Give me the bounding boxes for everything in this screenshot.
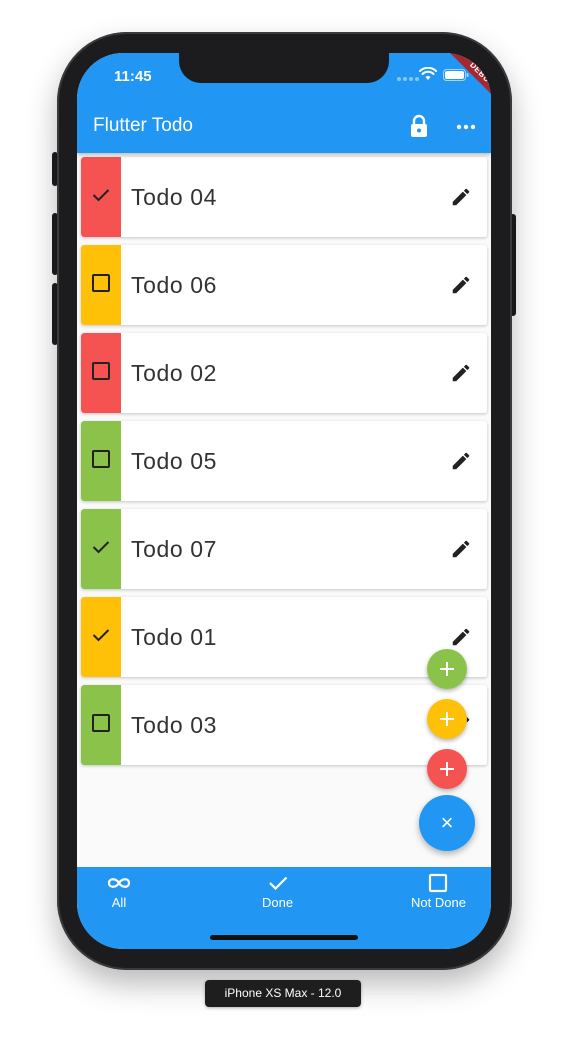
nav-label-not-done: Not Done <box>411 895 466 910</box>
wifi-icon <box>419 67 437 80</box>
lock-icon[interactable] <box>409 114 429 138</box>
nav-item-not-done[interactable]: Not Done <box>411 873 466 910</box>
edit-icon[interactable] <box>449 273 473 297</box>
checkbox-outline-icon <box>429 873 448 893</box>
todo-status-toggle[interactable] <box>81 245 121 325</box>
plus-icon <box>440 712 454 726</box>
todo-status-toggle[interactable] <box>81 597 121 677</box>
signal-icon <box>397 77 419 81</box>
notch <box>179 53 389 83</box>
device-label: iPhone XS Max - 12.0 <box>205 980 361 1007</box>
close-icon: × <box>440 810 454 835</box>
todo-status-toggle[interactable] <box>81 421 121 501</box>
todo-card[interactable]: Todo 07 <box>81 509 487 589</box>
todo-title: Todo 03 <box>131 711 218 738</box>
nav-label-all: All <box>111 895 127 910</box>
edit-icon[interactable] <box>449 625 473 649</box>
todo-card[interactable]: Todo 03 <box>81 685 487 765</box>
todo-title: Todo 01 <box>131 623 218 650</box>
edit-icon[interactable] <box>449 449 473 473</box>
todo-title: Todo 02 <box>131 359 218 386</box>
edit-icon[interactable] <box>449 537 473 561</box>
todo-title: Todo 04 <box>131 183 218 210</box>
plus-icon <box>440 662 454 676</box>
bottom-nav: All Done Not Done <box>77 867 491 949</box>
todo-card[interactable]: Todo 06 <box>81 245 487 325</box>
edit-icon[interactable] <box>449 361 473 385</box>
check-icon <box>90 184 112 211</box>
app-title: Flutter Todo <box>93 115 193 136</box>
battery-icon <box>443 69 469 81</box>
more-options-icon[interactable] <box>456 115 476 139</box>
checkbox-outline-icon <box>90 448 112 475</box>
todo-card[interactable]: Todo 05 <box>81 421 487 501</box>
todo-title: Todo 07 <box>131 535 218 562</box>
todo-title: Todo 05 <box>131 447 218 474</box>
todo-card[interactable]: Todo 02 <box>81 333 487 413</box>
phone-screen: DEBUG 11:45 Flutter Todo Todo 04 Todo 06 T… <box>77 53 491 949</box>
todo-status-toggle[interactable] <box>81 509 121 589</box>
add-todo-button[interactable] <box>427 699 467 739</box>
status-time: 11:45 <box>114 68 152 85</box>
checkbox-outline-icon <box>90 360 112 387</box>
close-speed-dial-button[interactable]: × <box>419 795 475 851</box>
todo-status-toggle[interactable] <box>81 333 121 413</box>
edit-icon[interactable] <box>449 185 473 209</box>
nav-item-all[interactable]: All <box>105 873 133 910</box>
infinity-icon <box>107 878 131 888</box>
check-icon <box>90 624 112 651</box>
todo-title: Todo 06 <box>131 271 218 298</box>
nav-item-done[interactable]: Done <box>262 873 293 910</box>
add-todo-button[interactable] <box>427 649 467 689</box>
todo-card[interactable]: Todo 04 <box>81 157 487 237</box>
checkbox-outline-icon <box>90 272 112 299</box>
add-todo-button[interactable] <box>427 749 467 789</box>
todo-list: Todo 04 Todo 06 Todo 02 Todo 05 Todo 07 Todo … <box>81 157 487 773</box>
checkbox-outline-icon <box>90 712 112 739</box>
check-icon <box>90 536 112 563</box>
plus-icon <box>440 762 454 776</box>
home-indicator <box>210 935 358 940</box>
check-icon <box>268 876 287 891</box>
nav-label-done: Done <box>262 895 294 910</box>
todo-status-toggle[interactable] <box>81 685 121 765</box>
todo-status-toggle[interactable] <box>81 157 121 237</box>
todo-card[interactable]: Todo 01 <box>81 597 487 677</box>
